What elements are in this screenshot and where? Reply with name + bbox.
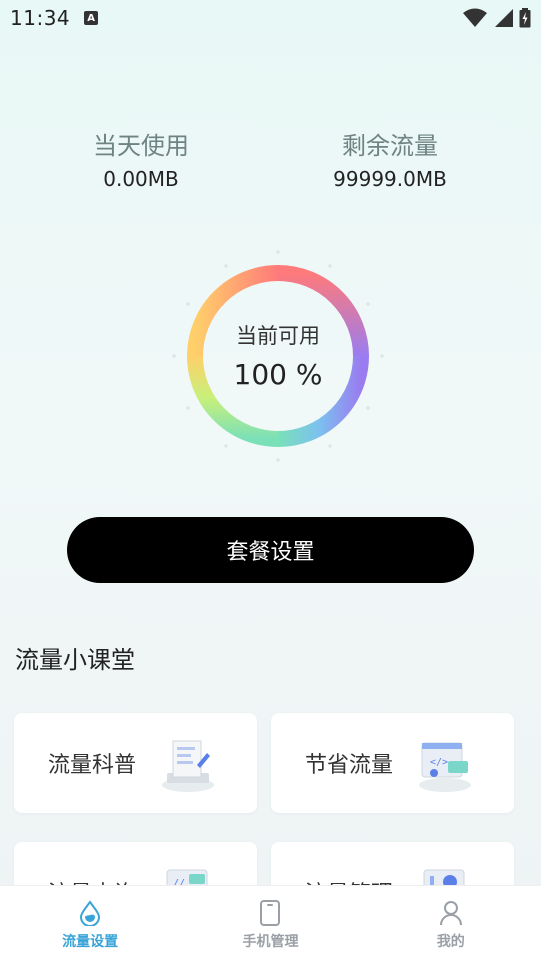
svg-text:</>: </> <box>430 757 448 768</box>
card-grid: 流量科普 节省流量 </> 流量查询 // 流量管理 <box>0 0 541 885</box>
nav-item-my[interactable]: 我的 <box>361 886 541 961</box>
nav-label: 流量设置 <box>62 934 119 950</box>
nav-label: 我的 <box>436 934 465 950</box>
card-data-basics[interactable]: 流量科普 <box>14 713 257 813</box>
search-doc-icon: // <box>166 869 208 885</box>
code-window-icon: </> <box>419 742 471 792</box>
card-data-query[interactable]: 流量查询 // <box>14 842 257 885</box>
nav-item-phone-management[interactable]: 手机管理 <box>180 886 360 961</box>
card-label: 节省流量 <box>305 753 394 778</box>
svg-text://: // <box>173 878 185 885</box>
card-label: 流量查询 <box>48 876 136 885</box>
card-label: 流量科普 <box>48 753 137 778</box>
drop-icon <box>80 900 101 926</box>
card-data-management[interactable]: 流量管理 <box>271 842 514 885</box>
card-label: 流量管理 <box>305 876 393 885</box>
person-icon <box>439 901 462 926</box>
bottom-nav: 流量设置 手机管理 我的 <box>0 885 541 961</box>
chart-doc-icon <box>423 869 465 885</box>
phone-icon <box>260 900 281 926</box>
nav-label: 手机管理 <box>242 934 299 950</box>
nav-item-data-settings[interactable]: 流量设置 <box>0 886 180 961</box>
card-save-data[interactable]: 节省流量 </> <box>271 713 514 813</box>
document-icon <box>162 740 214 792</box>
